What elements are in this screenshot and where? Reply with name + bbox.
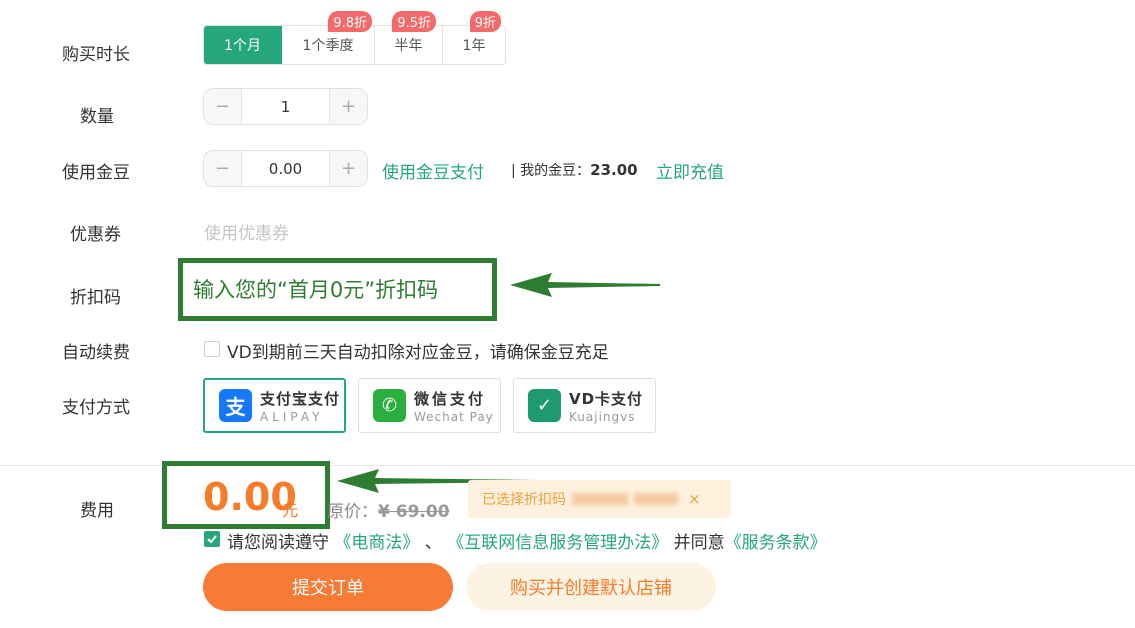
submit-order-button[interactable]: 提交订单 [203,563,453,611]
duration-option-year[interactable]: 9折 1年 [443,11,505,64]
beans-stepper: − 0.00 + [203,150,368,187]
discount-code-label: 折扣码 [70,288,121,308]
payment-label: 支付方式 [62,398,130,418]
original-price-label: 原价： [327,502,378,522]
agreement-prefix: 请您阅读遵守 [227,533,335,553]
recharge-link[interactable]: 立即充值 [656,158,724,183]
duration-option-label: 1个月 [224,38,261,54]
discount-badge: 9.8折 [328,11,372,32]
internet-regulation-link[interactable]: 《互联网信息服务管理办法》 [447,533,668,553]
selected-discount-code-tag: 已选择折扣码 × [468,480,731,518]
duration-option-label: 半年 [394,38,423,54]
autorenew-text: VD到期前三天自动扣除对应金豆，请确保金豆充足 [227,343,609,363]
coupon-selector[interactable]: 使用优惠券 [204,219,289,244]
payment-name: 支付宝支付 [260,389,341,408]
wechat-glyph: ✆ [381,395,398,416]
alipay-icon: 支 [219,389,252,422]
discount-badge: 9折 [469,11,501,32]
check-icon [207,535,217,544]
payment-sub: Kuajingvs [569,409,636,424]
payment-wechat[interactable]: ✆ 微信支付 Wechat Pay [358,378,501,433]
agreement-sep: 、 [419,533,448,553]
price-unit: 元 [282,501,299,520]
beans-balance-prefix: | 我的金豆： [511,163,591,179]
beans-balance: | 我的金豆：23.00 [511,160,638,180]
buy-and-create-store-button[interactable]: 购买并创建默认店铺 [466,563,716,611]
beans-increment-button[interactable]: + [329,151,367,186]
payment-name: VD卡支付 [569,389,644,408]
payment-name: 微信支付 [414,389,487,408]
payment-alipay[interactable]: 支 支付宝支付 ALIPAY [203,378,346,433]
duration-selector: 1个月 9.8折 1个季度 9.5折 半年 9折 1年 [203,11,506,65]
quantity-label: 数量 [80,107,114,127]
selected-code-text: 已选择折扣码 [482,492,566,508]
duration-option-label: 1个季度 [302,38,354,54]
close-icon[interactable]: × [688,490,701,508]
payment-vdcard[interactable]: ✓ VD卡支付 Kuajingvs [513,378,656,433]
duration-option-1-month[interactable]: 1个月 [204,26,282,64]
vdcard-glyph: ✓ [536,395,553,416]
beans-balance-value: 23.00 [590,161,638,179]
wechat-icon: ✆ [373,389,406,422]
discount-code-annotation[interactable]: 输入您的“首月0元”折扣码 [193,274,438,304]
alipay-glyph: 支 [225,395,246,419]
quantity-stepper: − 1 + [203,88,368,125]
quantity-value[interactable]: 1 [242,98,329,116]
original-price-value: ¥ 69.00 [378,502,450,522]
autorenew-checkbox[interactable] [204,341,220,357]
quantity-increment-button[interactable]: + [329,89,367,124]
duration-option-half-year[interactable]: 9.5折 半年 [375,11,443,64]
coupon-label: 优惠券 [70,225,121,245]
agreement-middle: 并同意 [668,533,725,553]
fee-label: 费用 [80,501,114,521]
agreement-text: 请您阅读遵守 《电商法》 、 《互联网信息服务管理办法》 并同意《服务条款》 [227,528,827,553]
duration-label: 购买时长 [62,45,130,65]
agreement-checkbox[interactable] [204,531,220,547]
redacted-code [572,493,628,505]
ecommerce-law-link[interactable]: 《电商法》 [334,533,419,553]
vdcard-icon: ✓ [528,389,561,422]
duration-option-quarter[interactable]: 9.8折 1个季度 [282,11,375,64]
beans-label: 使用金豆 [62,163,130,183]
annotation-arrow-icon [510,273,660,297]
original-price: 原价：¥ 69.00 [327,497,450,522]
autorenew-label: 自动续费 [62,343,130,363]
use-beans-link[interactable]: 使用金豆支付 [382,158,484,183]
beans-value[interactable]: 0.00 [242,160,329,178]
payment-sub: ALIPAY [260,409,324,424]
discount-badge: 9.5折 [392,11,436,32]
redacted-code [634,493,678,505]
duration-option-label: 1年 [462,38,486,54]
beans-decrement-button[interactable]: − [204,151,242,186]
quantity-decrement-button[interactable]: − [204,89,242,124]
terms-link[interactable]: 《服务条款》 [725,533,827,553]
payment-sub: Wechat Pay [414,409,494,424]
